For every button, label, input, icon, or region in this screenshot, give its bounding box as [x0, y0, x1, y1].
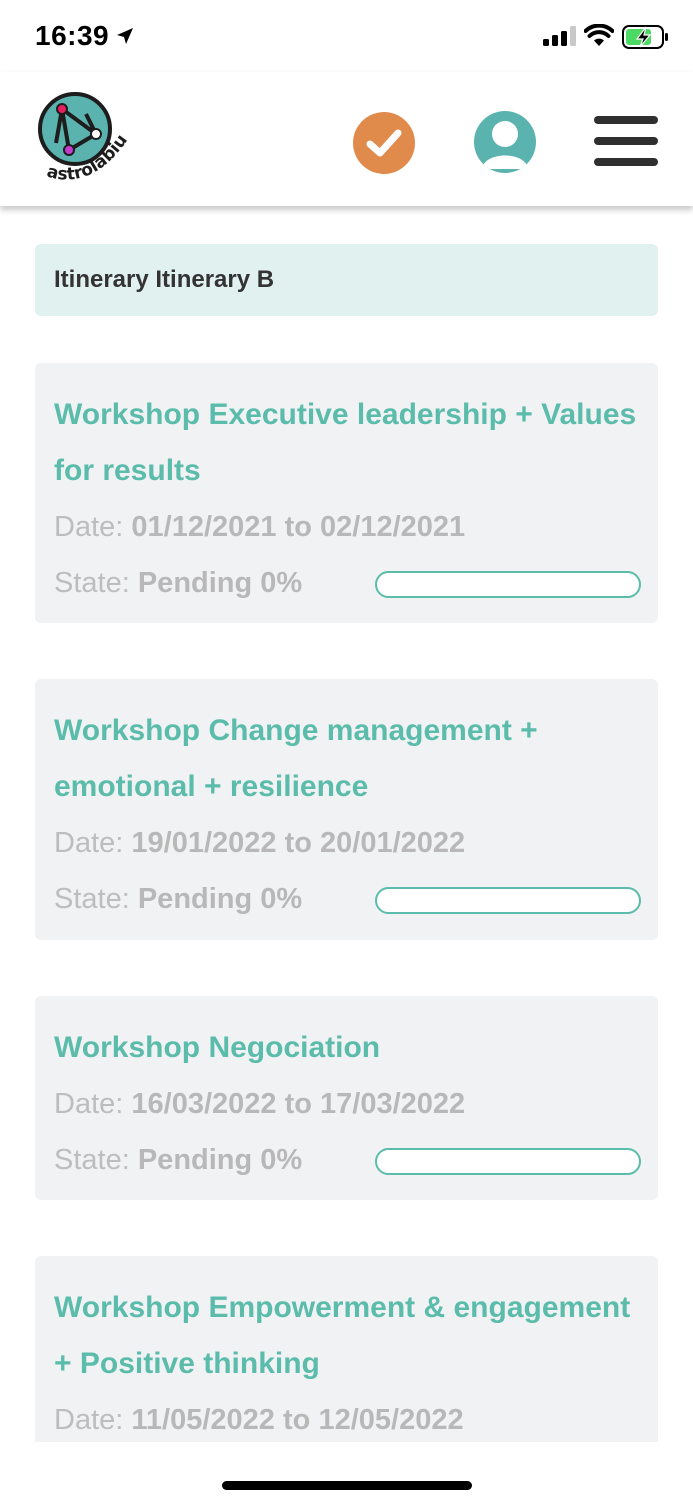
workshop-title[interactable]: Workshop Change management + emotional +… — [54, 703, 639, 815]
progress-bar — [375, 1148, 641, 1175]
user-profile-button[interactable] — [474, 111, 536, 173]
battery-charging-icon — [622, 25, 668, 49]
workshop-date: Date: 16/03/2022 to 17/03/2022 — [54, 1088, 466, 1120]
status-bar: 16:39 — [0, 0, 693, 72]
progress-percent: 0% — [260, 1144, 303, 1176]
date-from: 19/01/2022 — [131, 827, 277, 859]
signal-icon — [543, 26, 576, 46]
location-arrow-icon — [117, 28, 133, 44]
workshop-date: Date: 19/01/2022 to 20/01/2022 — [54, 827, 466, 859]
app-header: astrolabium — [0, 72, 693, 206]
workshop-card[interactable]: Workshop Executive leadership + Values f… — [35, 363, 658, 623]
workshop-date: Date: 11/05/2022 to 12/05/2022 — [54, 1404, 464, 1436]
workshop-title[interactable]: Workshop Empowerment & engagement + Posi… — [54, 1280, 639, 1392]
workshop-title[interactable]: Workshop Executive leadership + Values f… — [54, 387, 639, 499]
workshop-state: State: Pending 0% — [54, 871, 641, 927]
progress-bar — [375, 887, 641, 914]
progress-percent: 0% — [260, 883, 303, 915]
date-from: 11/05/2022 — [131, 1404, 275, 1436]
user-icon — [482, 121, 528, 169]
workshop-title[interactable]: Workshop Negociation — [54, 1020, 639, 1076]
date-from: 16/03/2022 — [131, 1088, 277, 1120]
progress-bar — [375, 571, 641, 598]
date-to: 02/12/2021 — [320, 511, 466, 543]
home-indicator[interactable] — [222, 1481, 472, 1490]
workshop-date: Date: 01/12/2021 to 02/12/2021 — [54, 511, 466, 543]
progress-percent: 0% — [260, 567, 303, 599]
status-time: 16:39 — [35, 20, 110, 51]
workshop-state: State: Pending 0% — [54, 555, 641, 611]
state-value: Pending — [137, 883, 253, 915]
astrolabium-logo[interactable]: astrolabium — [25, 73, 139, 198]
date-to: 20/01/2022 — [320, 827, 466, 859]
wifi-icon — [584, 24, 614, 46]
workshop-state: State: Pending 0% — [54, 1132, 641, 1188]
state-value: Pending — [137, 1144, 253, 1176]
itinerary-title: Itinerary Itinerary B — [54, 266, 275, 293]
workshop-card[interactable]: Workshop Negociation Date: 16/03/2022 to… — [35, 996, 658, 1200]
completed-check-button[interactable] — [353, 112, 415, 174]
date-from: 01/12/2021 — [131, 511, 277, 543]
itinerary-header: Itinerary Itinerary B — [35, 244, 658, 316]
workshop-card[interactable]: Workshop Change management + emotional +… — [35, 679, 658, 940]
checkmark-icon — [366, 129, 402, 157]
bottom-safe-area — [0, 1442, 693, 1500]
state-value: Pending — [137, 567, 253, 599]
date-to: 12/05/2022 — [318, 1404, 464, 1436]
date-to: 17/03/2022 — [320, 1088, 466, 1120]
hamburger-menu-icon[interactable] — [594, 116, 658, 166]
